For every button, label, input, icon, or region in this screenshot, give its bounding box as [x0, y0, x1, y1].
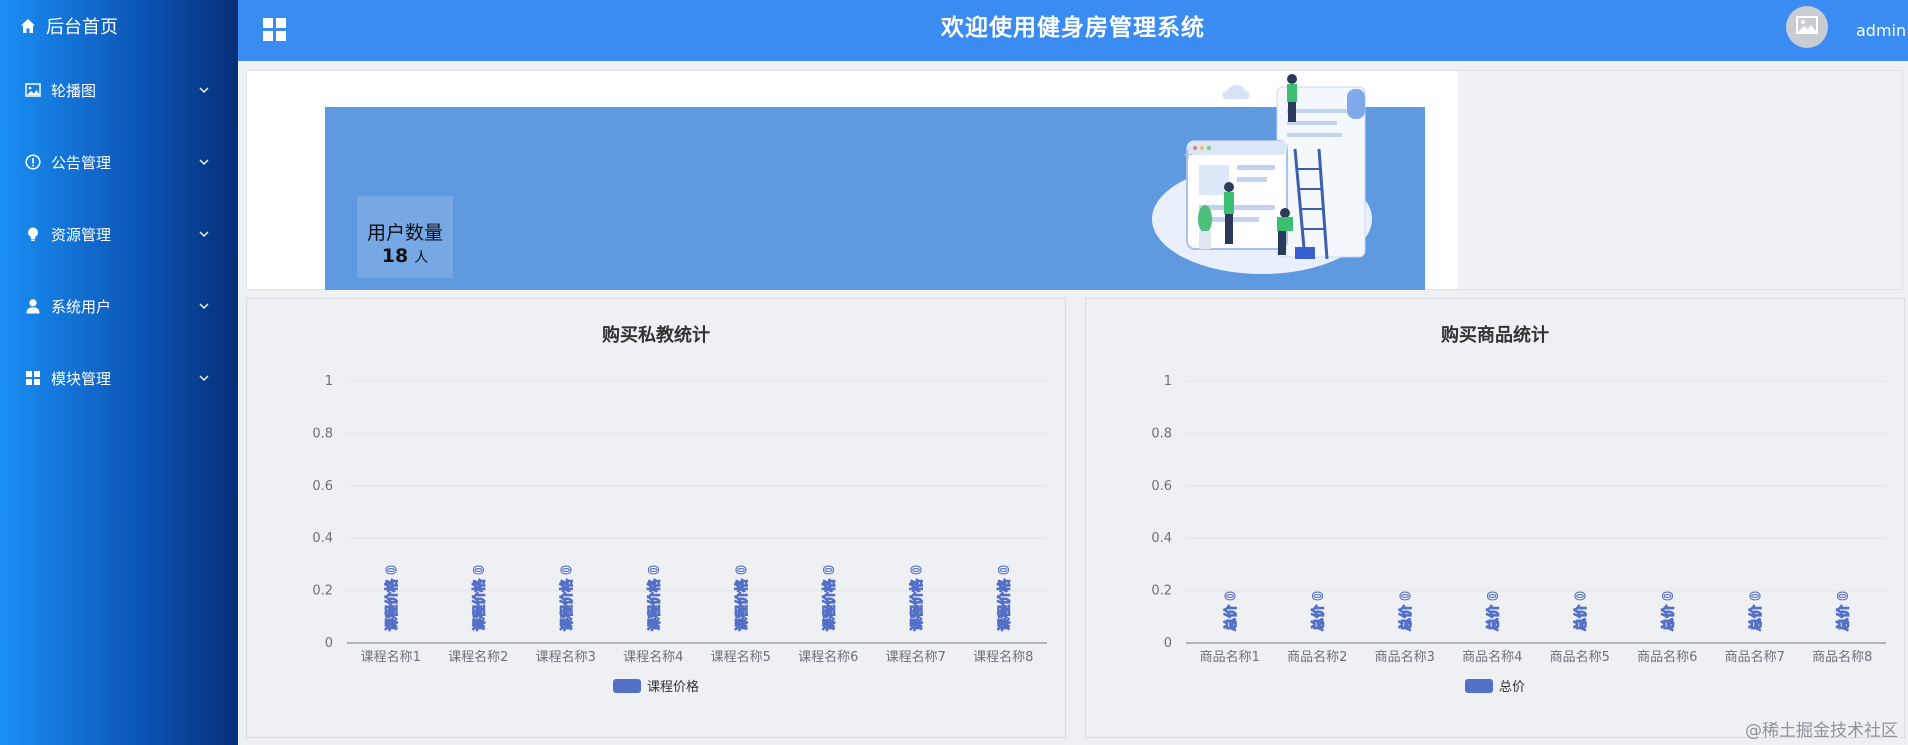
chart-legend[interactable]: 课程价格: [613, 679, 699, 695]
goods-purchase-chart: 0 0.2 0.4 0.6 0.8 1 商品名称1 总价 0 商品名称2 总价 0 商品名称3 总价 …: [1151, 374, 1886, 695]
x-tick-label: 课程名称7: [886, 649, 946, 665]
legend-swatch: [613, 679, 641, 693]
bar-data-label: 课程价格 0: [996, 565, 1012, 631]
y-tick-label: 0.4: [1151, 531, 1172, 546]
legend-label: 课程价格: [647, 679, 699, 695]
bar-data-label: 总价 0: [1660, 591, 1676, 631]
sidebar-item-label: 公告管理: [51, 153, 112, 172]
x-tick-label: 商品名称6: [1637, 649, 1697, 665]
avatar[interactable]: [1786, 6, 1828, 48]
x-tick-label: 商品名称7: [1725, 649, 1785, 665]
x-tick-label: 商品名称1: [1200, 649, 1260, 665]
x-tick-label: 课程名称1: [361, 649, 421, 665]
goods-purchase-chart-card: 购买商品统计 0 0.2 0.4 0.6 0.8 1 商品名称1 总价 0 商品名称2 总价 0商…: [1085, 298, 1905, 738]
x-tick-label: 商品名称4: [1462, 649, 1522, 665]
chart-legend[interactable]: 总价: [1465, 679, 1525, 695]
x-tick-label: 商品名称3: [1375, 649, 1435, 665]
bar-data-label: 总价 0: [1485, 591, 1501, 631]
legend-label: 总价: [1499, 680, 1525, 695]
user-count-row: 18 人: [357, 245, 453, 267]
y-tick-label: 0: [1164, 636, 1172, 651]
x-tick-label: 商品名称5: [1550, 649, 1610, 665]
username[interactable]: admin: [1856, 0, 1906, 62]
grid-icon: [25, 370, 41, 386]
course-purchase-chart-card: 购买私教统计 0 0.2 0.4 0.6 0.8 1 课程名称1 课程价格 0 课程名称2 课程价…: [246, 298, 1066, 738]
y-tick-label: 1: [1164, 374, 1172, 389]
watermark: @稀土掘金技术社区: [1745, 721, 1898, 741]
y-tick-label: 0.2: [1151, 584, 1172, 599]
banner-card: 用户数量 18 人 +: [246, 70, 1903, 290]
user-count-value: 18: [381, 245, 409, 267]
bar-data-label: 总价 0: [1398, 591, 1414, 631]
x-tick-label: 课程名称2: [448, 649, 508, 665]
y-tick-label: 0.6: [1151, 479, 1172, 494]
page-title: 欢迎使用健身房管理系统: [941, 15, 1205, 41]
sidebar-home-label: 后台首页: [46, 17, 118, 38]
bar-data-label: 课程价格 0: [646, 565, 662, 631]
y-tick-label: 0.4: [312, 531, 333, 546]
bar-data-label: 总价 0: [1748, 591, 1764, 631]
banner-panel: 用户数量 18 人 +: [247, 71, 1458, 290]
x-tick-label: 商品名称2: [1287, 649, 1347, 665]
x-tick-label: 课程名称3: [536, 649, 596, 665]
user-icon: [25, 298, 41, 314]
bar-data-label: 课程价格 0: [821, 565, 837, 631]
y-tick-label: 0: [325, 636, 333, 651]
bar-data-label: 总价 0: [1310, 591, 1326, 631]
bulb-icon: [25, 226, 41, 242]
y-tick-label: 0.8: [1151, 426, 1172, 441]
chevron-down-icon: [198, 372, 210, 384]
svg-text:+: +: [1182, 147, 1194, 163]
y-tick-label: 0.8: [312, 426, 333, 441]
sidebar-item-modules[interactable]: 模块管理: [0, 342, 238, 414]
x-tick-label: 课程名称8: [973, 649, 1033, 665]
bar-data-label: 课程价格 0: [909, 565, 925, 631]
bar-data-label: 总价 0: [1223, 591, 1239, 631]
bar-data-label: 总价 0: [1573, 591, 1589, 631]
bar-data-label: 课程价格 0: [734, 565, 750, 631]
bar-data-label: 课程价格 0: [384, 565, 400, 631]
chevron-down-icon: [198, 228, 210, 240]
sidebar: 后台首页 轮播图 公告管理 资源管理 系统用户 模块管理: [0, 0, 238, 745]
sidebar-item-resource[interactable]: 资源管理: [0, 198, 238, 270]
sidebar-item-label: 资源管理: [51, 225, 112, 244]
y-tick-label: 0.6: [312, 479, 333, 494]
sidebar-item-notice[interactable]: 公告管理: [0, 126, 238, 198]
user-count-box: 用户数量 18 人: [357, 196, 453, 278]
sidebar-item-carousel[interactable]: 轮播图: [0, 54, 238, 126]
chevron-down-icon: [198, 156, 210, 168]
sidebar-item-label: 系统用户: [51, 297, 112, 316]
image-icon: [25, 82, 41, 98]
sidebar-item-label: 轮播图: [51, 81, 97, 100]
chevron-down-icon: [198, 300, 210, 312]
office-illustration: +: [1152, 74, 1372, 274]
sidebar-item-home[interactable]: 后台首页: [0, 0, 238, 52]
course-purchase-chart: 0 0.2 0.4 0.6 0.8 1 课程名称1 课程价格 0 课程名称2 课程价格 0 课程名称…: [312, 374, 1047, 695]
bar-data-label: 课程价格 0: [559, 565, 575, 631]
y-tick-label: 0.2: [312, 584, 333, 599]
bar-data-label: 总价 0: [1835, 591, 1851, 631]
y-tick-label: 1: [325, 374, 333, 389]
top-header: 欢迎使用健身房管理系统 admin: [238, 0, 1908, 61]
chevron-down-icon: [198, 84, 210, 96]
legend-swatch: [1465, 679, 1493, 693]
bar-data-label: 课程价格 0: [471, 565, 487, 631]
sidebar-item-label: 模块管理: [51, 369, 112, 388]
user-count-unit: 人: [414, 250, 429, 266]
sidebar-item-sys-users[interactable]: 系统用户: [0, 270, 238, 342]
x-tick-label: 课程名称4: [623, 649, 683, 665]
x-tick-label: 课程名称6: [798, 649, 858, 665]
user-count-label: 用户数量: [366, 222, 443, 244]
avatar-image-icon: [1796, 16, 1818, 38]
x-tick-label: 课程名称5: [711, 649, 771, 665]
info-icon: [25, 154, 41, 170]
home-icon: [20, 18, 36, 34]
x-tick-label: 商品名称8: [1812, 649, 1872, 665]
